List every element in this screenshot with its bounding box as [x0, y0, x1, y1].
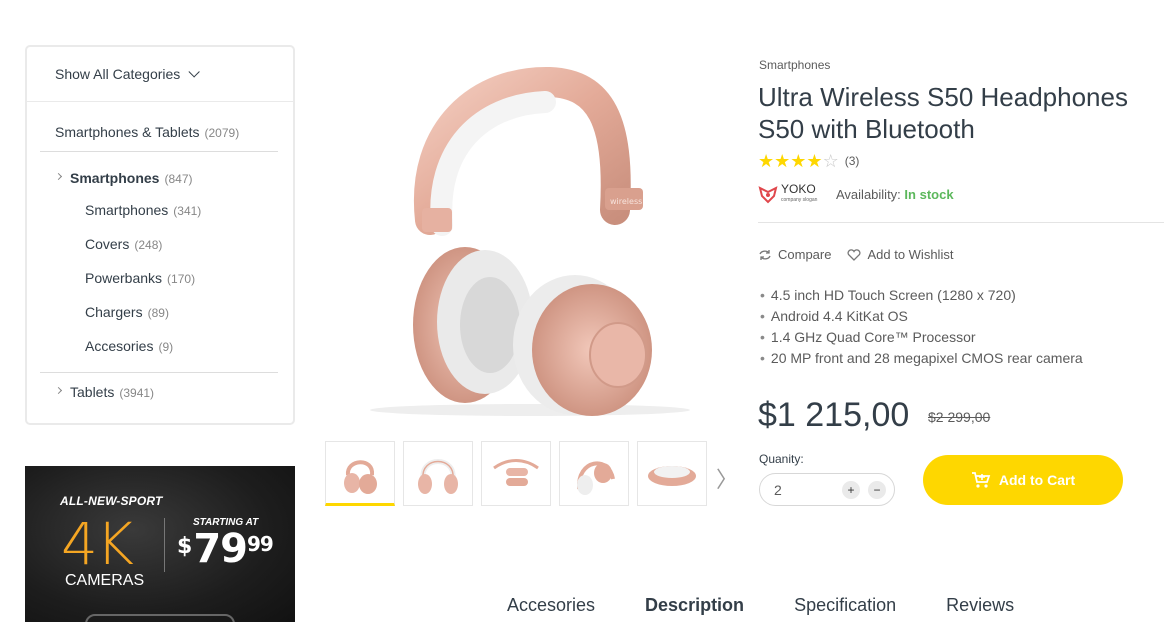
- subcategory-label: Covers: [85, 236, 130, 252]
- chevron-right-icon: [54, 386, 63, 395]
- banner-headline: 4K: [61, 510, 134, 578]
- subcategory-count: (341): [173, 204, 202, 218]
- feature-item: Android 4.4 KitKat OS: [760, 306, 1083, 327]
- star-icon: ★: [774, 151, 791, 171]
- old-price: $2 299,00: [928, 409, 991, 425]
- tab-reviews[interactable]: Reviews: [946, 595, 1014, 616]
- product-actions: Compare Add to Wishlist: [758, 247, 953, 262]
- subcategory-item[interactable]: Covers (248): [85, 236, 162, 252]
- compare-link[interactable]: Compare: [758, 247, 831, 262]
- category-count: (847): [164, 172, 193, 186]
- show-all-categories-toggle[interactable]: Show All Categories: [27, 47, 293, 102]
- star-icon: ★: [758, 151, 775, 171]
- banner-price-currency: $: [177, 534, 192, 559]
- brand-slogan: company slogan: [781, 197, 818, 203]
- banner-tagline: ALL-NEW-SPORT: [60, 494, 163, 508]
- availability: Availability: In stock: [836, 187, 954, 202]
- category-sidebar: Show All Categories Smartphones & Tablet…: [25, 45, 295, 425]
- compare-label: Compare: [778, 247, 832, 262]
- subcategory-item[interactable]: Accesories (9): [85, 338, 173, 354]
- brand-logo[interactable]: YOKO company slogan: [758, 182, 818, 206]
- subcategory-count: (9): [158, 340, 174, 354]
- minus-icon[interactable]: −: [868, 480, 886, 499]
- product-tabs: Accesories Description Specification Rev…: [507, 595, 1064, 616]
- star-icon: ★: [806, 151, 823, 171]
- category-tablets[interactable]: Tablets (3941): [54, 384, 155, 400]
- category-count: (3941): [119, 386, 155, 400]
- subcategory-label: Smartphones: [85, 202, 169, 218]
- promo-banner[interactable]: ALL-NEW-SPORT 4K CAMERAS STARTING AT $79…: [25, 466, 295, 622]
- rating[interactable]: ★ ★ ★ ★ ☆ (3): [758, 152, 859, 170]
- subcategory-count: (89): [147, 306, 169, 320]
- subcategory-item[interactable]: Powerbanks (170): [85, 270, 195, 286]
- star-empty-icon: ☆: [822, 151, 839, 171]
- banner-price-cents: 99: [246, 532, 274, 556]
- subcategory-label: Powerbanks: [85, 270, 163, 286]
- feature-list: 4.5 inch HD Touch Screen (1280 x 720) An…: [760, 285, 1083, 369]
- wishlist-link[interactable]: Add to Wishlist: [847, 247, 953, 262]
- thumbnail-strip: [325, 441, 707, 506]
- chevron-right-icon: [54, 172, 63, 181]
- category-count: (2079): [204, 126, 240, 140]
- feature-item: 4.5 inch HD Touch Screen (1280 x 720): [760, 285, 1083, 306]
- subcategory-item[interactable]: Smartphones (341): [85, 202, 201, 218]
- thumbnail-5[interactable]: [637, 441, 707, 506]
- add-to-cart-label: Add to Cart: [998, 472, 1076, 488]
- headphone-brand-text: wireless: [610, 197, 642, 206]
- feature-item: 20 MP front and 28 megapixel CMOS rear c…: [760, 348, 1083, 369]
- thumbnail-1[interactable]: [325, 441, 395, 506]
- brand-name: YOKO: [781, 182, 816, 196]
- wishlist-label: Add to Wishlist: [867, 247, 954, 262]
- subcategory-label: Chargers: [85, 304, 143, 320]
- subcategory-label: Accesories: [85, 338, 154, 354]
- plus-icon[interactable]: +: [842, 480, 860, 499]
- chevron-right-icon[interactable]: 〉: [716, 462, 738, 494]
- availability-label: Availability:: [836, 187, 901, 202]
- thumbnail-3[interactable]: [481, 441, 551, 506]
- divider: [40, 372, 278, 373]
- quantity-label: Quanity:: [759, 452, 804, 466]
- feature-item: 1.4 GHz Quad Core™ Processor: [760, 327, 1083, 348]
- category-smartphones-tablets[interactable]: Smartphones & Tablets (2079): [55, 124, 239, 140]
- product-title: Ultra Wireless S50 Headphones S50 with B…: [758, 82, 1128, 144]
- tab-description[interactable]: Description: [645, 595, 744, 616]
- thumbnail-2[interactable]: [403, 441, 473, 506]
- quantity-stepper[interactable]: 2 + −: [759, 473, 895, 506]
- compare-icon: [759, 249, 771, 260]
- banner-price-main: 79: [193, 526, 248, 572]
- thumbnail-4[interactable]: [559, 441, 629, 506]
- camera-image: [85, 614, 235, 622]
- add-to-cart-button[interactable]: Add to Cart: [923, 455, 1123, 505]
- divider: [758, 222, 1164, 223]
- divider: [40, 151, 278, 152]
- brand-icon: [758, 186, 778, 204]
- product-main-image[interactable]: wireless: [330, 60, 730, 430]
- category-smartphones-parent[interactable]: Smartphones (847): [54, 170, 193, 186]
- tab-accesories[interactable]: Accesories: [507, 595, 595, 616]
- quantity-value[interactable]: 2: [774, 482, 782, 498]
- banner-product: CAMERAS: [65, 572, 145, 589]
- category-label: Smartphones & Tablets: [55, 124, 200, 140]
- banner-separator: [164, 518, 165, 572]
- subcategory-count: (170): [167, 272, 196, 286]
- chevron-down-icon: [188, 66, 201, 78]
- availability-value: In stock: [904, 187, 954, 202]
- subcategory-count: (248): [134, 238, 163, 252]
- star-icon: ★: [790, 151, 807, 171]
- banner-price: $7999: [177, 526, 274, 572]
- category-label: Tablets: [70, 384, 115, 400]
- tab-specification[interactable]: Specification: [794, 595, 896, 616]
- subcategory-item[interactable]: Chargers (89): [85, 304, 169, 320]
- review-count: (3): [844, 154, 860, 168]
- category-label: Smartphones: [70, 170, 160, 186]
- heart-icon: [847, 248, 861, 261]
- show-all-categories-label: Show All Categories: [55, 66, 181, 82]
- cart-icon: [971, 472, 991, 488]
- product-category[interactable]: Smartphones: [759, 58, 830, 72]
- price: $1 215,00: [758, 396, 910, 434]
